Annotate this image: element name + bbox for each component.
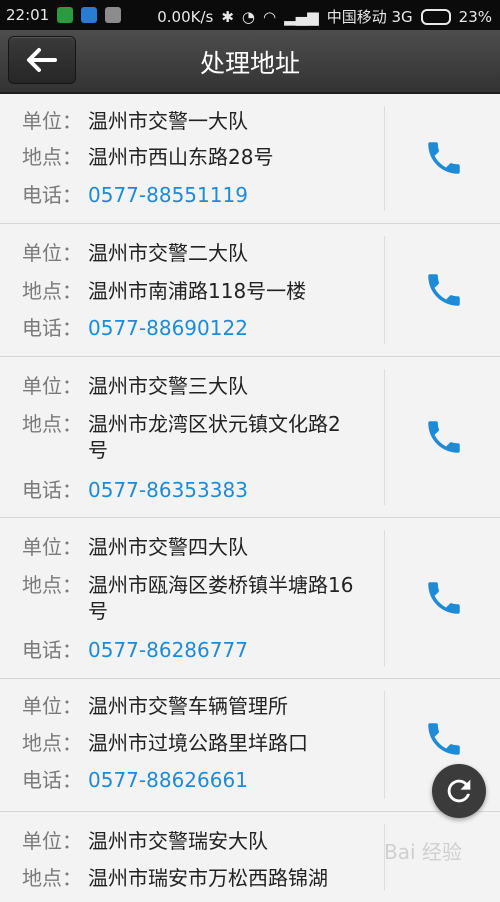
list-item: 单位： 温州市交警四大队 地点： 温州市瓯海区娄桥镇半塘路16号 电话： 057… <box>0 518 500 679</box>
carrier-label: 中国移动 3G <box>326 8 413 26</box>
phone-label: 电话： <box>22 478 82 502</box>
wifi-icon: ◠ <box>263 7 277 26</box>
phone-number[interactable]: 0577-86353383 <box>88 477 358 503</box>
phone-number[interactable]: 0577-88626661 <box>88 767 358 793</box>
address-value: 温州市西山东路28号 <box>88 145 274 169</box>
status-left: 22:01 <box>6 6 122 24</box>
app-notification-icon <box>81 7 98 23</box>
bluetooth-icon: ✱ <box>221 7 234 26</box>
address-value: 温州市瓯海区娄桥镇半塘路16号 <box>88 573 354 623</box>
phone-label: 电话： <box>22 183 82 207</box>
address-label: 地点： <box>22 731 82 755</box>
phone-icon <box>428 274 460 306</box>
unit-label: 单位： <box>22 694 82 718</box>
phone-number[interactable]: 0577-88690122 <box>88 315 358 341</box>
list-item: 单位： 温州市交警三大队 地点： 温州市龙湾区状元镇文化路2号 电话： 0577… <box>0 357 500 518</box>
unit-value: 温州市交警瑞安大队 <box>88 829 268 853</box>
address-value: 温州市南浦路118号一楼 <box>88 279 307 303</box>
address-value: 温州市龙湾区状元镇文化路2号 <box>88 412 341 462</box>
phone-label: 电话： <box>22 638 82 662</box>
call-button[interactable] <box>420 266 468 314</box>
unit-label: 单位： <box>22 829 82 853</box>
address-label: 地点： <box>22 279 82 303</box>
unit-label: 单位： <box>22 374 82 398</box>
unit-value: 温州市交警二大队 <box>88 241 248 265</box>
address-label: 地点： <box>22 145 82 169</box>
list-item: 单位： 温州市交警车辆管理所 地点： 温州市过境公路里垟路口 电话： 0577-… <box>0 679 500 812</box>
address-label: 地点： <box>22 866 82 890</box>
item-divider <box>384 106 385 211</box>
refresh-button[interactable] <box>432 764 486 818</box>
battery-level: 23% <box>458 7 492 26</box>
watermark: Bai 经验 <box>384 840 462 864</box>
unit-value: 温州市交警车辆管理所 <box>88 694 288 718</box>
status-time: 22:01 <box>6 6 50 24</box>
unit-label: 单位： <box>22 241 82 265</box>
phone-icon <box>428 723 460 755</box>
unit-label: 单位： <box>22 109 82 133</box>
item-divider <box>384 530 385 666</box>
unit-label: 单位： <box>22 535 82 559</box>
address-value: 温州市过境公路里垟路口 <box>88 731 308 755</box>
call-button[interactable] <box>420 574 468 622</box>
unit-value: 温州市交警一大队 <box>88 109 248 133</box>
phone-number[interactable]: 0577-86286777 <box>88 637 358 663</box>
item-divider <box>384 691 385 799</box>
call-button[interactable] <box>420 413 468 461</box>
signal-icon: ▂▄▆ <box>284 7 319 26</box>
phone-label: 电话： <box>22 316 82 340</box>
android-icon <box>105 7 122 23</box>
phone-icon <box>428 142 460 174</box>
security-icon <box>57 7 74 23</box>
network-speed: 0.00K/s <box>157 7 214 26</box>
item-divider <box>384 236 385 344</box>
page-title: 处理地址 <box>199 49 300 78</box>
item-divider <box>384 369 385 505</box>
list-item: 单位： 温州市交警一大队 地点： 温州市西山东路28号 电话： 0577-885… <box>0 94 500 224</box>
address-value: 温州市瑞安市万松西路锦湖 <box>88 866 328 890</box>
alarm-icon: ◔ <box>241 7 256 26</box>
list-item: 单位： 温州市交警二大队 地点： 温州市南浦路118号一楼 电话： 0577-8… <box>0 224 500 357</box>
status-right: 0.00K/s ✱ ◔ ◠ ▂▄▆ 中国移动 3G 23% <box>157 6 492 27</box>
call-button[interactable] <box>420 715 468 763</box>
refresh-icon <box>447 779 471 803</box>
phone-icon <box>428 582 460 614</box>
address-list: 单位： 温州市交警一大队 地点： 温州市西山东路28号 电话： 0577-885… <box>0 94 500 902</box>
unit-value: 温州市交警三大队 <box>88 374 248 398</box>
phone-icon <box>428 421 460 453</box>
address-label: 地点： <box>22 573 82 597</box>
address-label: 地点： <box>22 412 82 436</box>
phone-label: 电话： <box>22 768 82 792</box>
status-bar: 22:01 0.00K/s ✱ ◔ ◠ ▂▄▆ 中国移动 3G 23% <box>0 0 500 30</box>
battery-icon <box>420 8 451 25</box>
phone-number[interactable]: 0577-88551119 <box>88 182 358 208</box>
nav-bar: 处理地址 <box>0 30 500 94</box>
unit-value: 温州市交警四大队 <box>88 535 248 559</box>
call-button[interactable] <box>420 134 468 182</box>
